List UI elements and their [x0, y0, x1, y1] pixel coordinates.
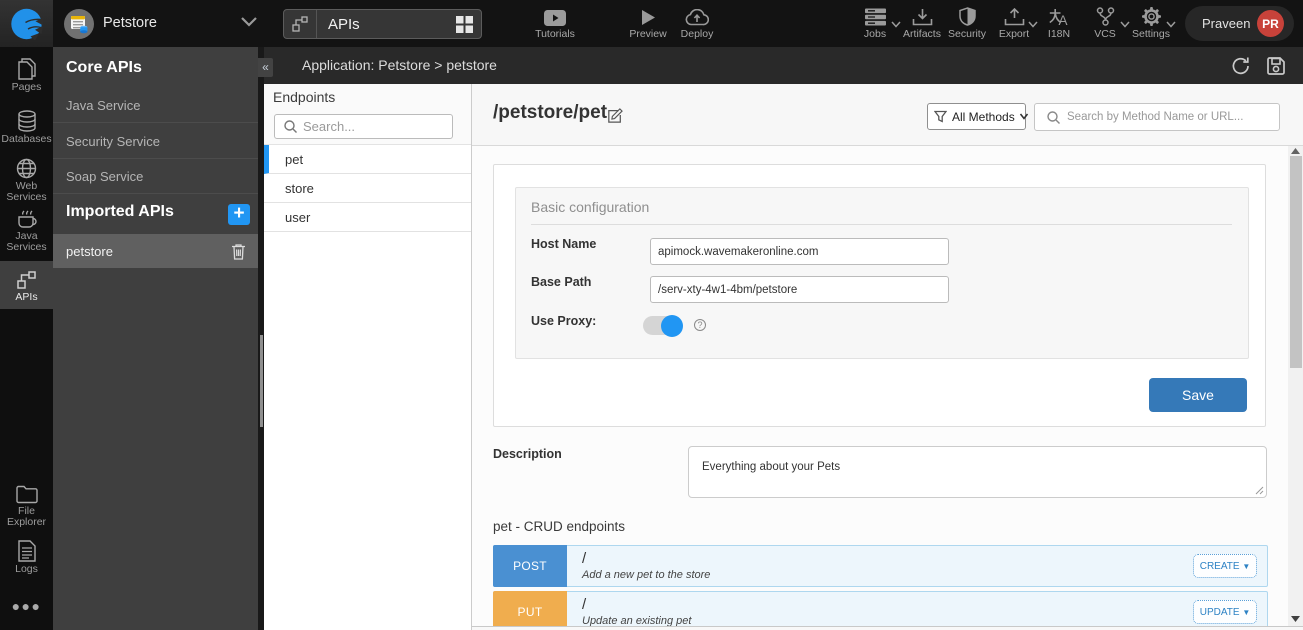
svg-text:A: A — [1058, 13, 1067, 26]
